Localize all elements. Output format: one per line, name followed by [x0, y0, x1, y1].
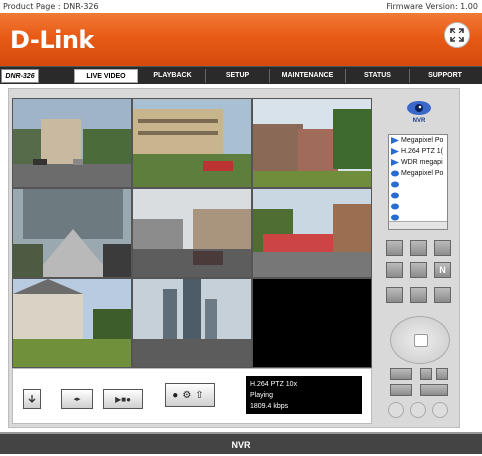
model-label: DNR-326	[1, 69, 39, 83]
fullscreen-button[interactable]	[444, 22, 470, 48]
camera-icon	[391, 181, 399, 188]
fullscreen-view-button[interactable]	[410, 287, 427, 303]
tab-status[interactable]: STATUS	[346, 69, 410, 83]
camera-list-item[interactable]: Megapixel Po	[389, 168, 447, 179]
n-icon: N	[439, 265, 446, 275]
video-channel-7[interactable]	[12, 278, 132, 368]
stream-name: H.264 PTZ 10x	[250, 381, 298, 388]
video-channel-1[interactable]	[12, 98, 132, 188]
tab-playback[interactable]: PLAYBACK	[140, 69, 206, 83]
tab-setup[interactable]: SETUP	[206, 69, 270, 83]
main-nav: DNR-326 LIVE VIDEO PLAYBACK SETUP MAINTE…	[0, 66, 482, 84]
tab-support[interactable]: SUPPORT	[410, 69, 480, 83]
zoom-out-button[interactable]	[436, 368, 448, 380]
eye-icon	[407, 101, 431, 115]
snapshot-button[interactable]	[386, 287, 403, 303]
top-info-bar: Product Page : DNR-326 Firmware Version:…	[0, 0, 482, 13]
auto-focus-button[interactable]	[420, 384, 448, 396]
playback-buttons[interactable]: ▶■●	[103, 389, 143, 409]
zoom-in-button[interactable]	[420, 368, 432, 380]
video-channel-5[interactable]	[132, 188, 252, 278]
ptz-dpad[interactable]	[390, 316, 450, 364]
prev-next-icon: ◂▸	[73, 396, 81, 403]
home-icon[interactable]	[414, 334, 428, 347]
fullscreen-icon	[450, 28, 464, 42]
layout-n-button[interactable]: N	[434, 262, 451, 278]
layout-9-button[interactable]	[434, 240, 451, 256]
camera-icon	[391, 214, 399, 221]
settings-button[interactable]	[432, 402, 448, 418]
control-panel: NVR Megapixel Po H.264 PTZ 1( WDR megapi…	[380, 92, 462, 424]
dlink-logo: D-Link	[10, 26, 94, 54]
prev-next-button[interactable]: ◂▸	[61, 389, 93, 409]
camera-list-item[interactable]	[389, 179, 447, 190]
video-grid	[12, 98, 372, 368]
camera-list-item[interactable]: H.264 PTZ 1(	[389, 146, 447, 157]
tab-live-video[interactable]: LIVE VIDEO	[74, 69, 138, 83]
record-gear-icon: ●⚙⇧	[172, 389, 208, 401]
play-stop-icon: ▶■●	[115, 394, 131, 404]
video-channel-9[interactable]	[252, 278, 372, 368]
nvr-logo: NVR	[404, 98, 434, 126]
play-icon	[391, 137, 399, 144]
product-page-label: Product Page : DNR-326	[3, 2, 99, 11]
download-button[interactable]	[23, 389, 41, 409]
play-icon	[391, 148, 399, 155]
firmware-version-label: Firmware Version: 1.00	[386, 2, 478, 11]
play-icon	[391, 159, 399, 166]
video-channel-8[interactable]	[132, 278, 252, 368]
camera-icon	[391, 203, 399, 210]
layout-6-button[interactable]	[386, 262, 403, 278]
video-channel-6[interactable]	[252, 188, 372, 278]
audio-button[interactable]	[388, 402, 404, 418]
camera-icon	[391, 192, 399, 199]
focus-button[interactable]	[390, 384, 412, 396]
camera-list[interactable]: Megapixel Po H.264 PTZ 1( WDR megapi Meg…	[388, 134, 448, 230]
stream-info: H.264 PTZ 10x Playing 1809.4 kbps	[246, 376, 362, 414]
talk-button[interactable]	[410, 402, 426, 418]
camera-list-item[interactable]	[389, 190, 447, 201]
download-icon	[28, 395, 36, 403]
stream-state: Playing	[250, 392, 273, 399]
video-channel-4[interactable]	[12, 188, 132, 278]
video-channel-3[interactable]	[252, 98, 372, 188]
sequence-button[interactable]	[434, 287, 451, 303]
stream-bitrate: 1809.4 kbps	[250, 403, 289, 410]
ptz-preset-button[interactable]	[390, 368, 412, 380]
header-banner: D-Link	[0, 13, 482, 66]
layout-1-button[interactable]	[386, 240, 403, 256]
layout-4-button[interactable]	[410, 240, 427, 256]
camera-icon	[391, 170, 399, 177]
video-channel-2[interactable]	[132, 98, 252, 188]
layout-8-button[interactable]	[410, 262, 427, 278]
record-settings-group[interactable]: ●⚙⇧	[165, 383, 215, 407]
nvr-logo-label: NVR	[412, 118, 426, 124]
camera-list-item[interactable]: WDR megapi	[389, 157, 447, 168]
horizontal-scrollbar[interactable]	[389, 221, 447, 229]
camera-list-item[interactable]	[389, 201, 447, 212]
camera-list-item[interactable]: Megapixel Po	[389, 135, 447, 146]
tab-maintenance[interactable]: MAINTENANCE	[270, 69, 346, 83]
footer-bar: NVR	[0, 432, 482, 454]
